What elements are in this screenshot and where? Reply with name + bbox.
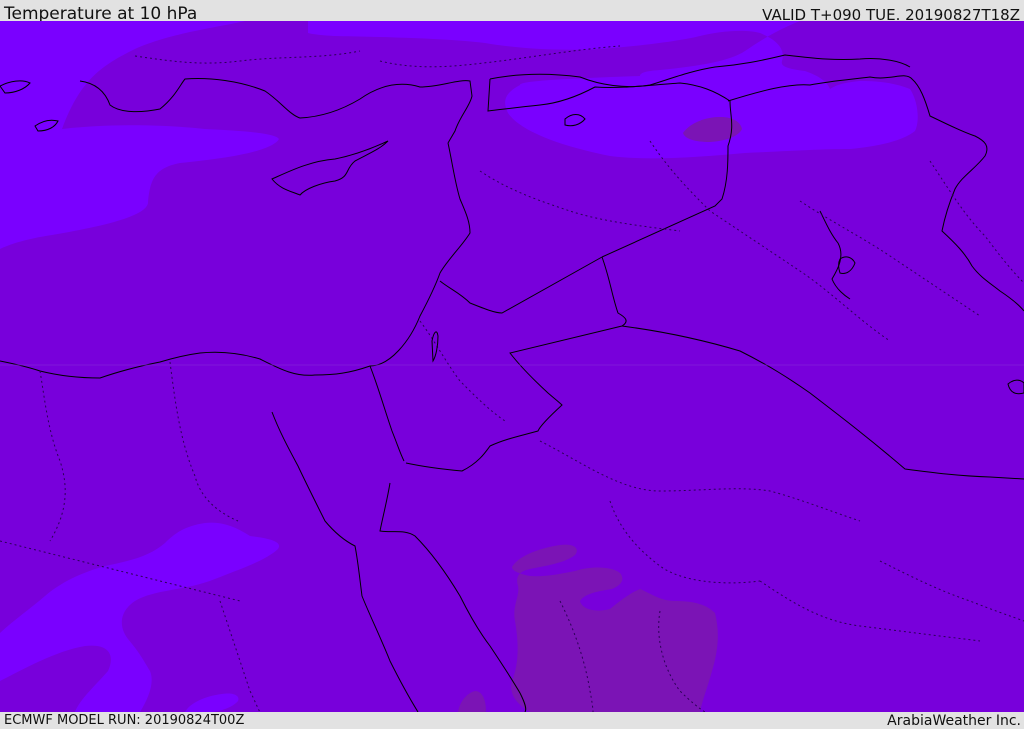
- header-bar: Temperature at 10 hPa VALID T+090 TUE. 2…: [0, 0, 1024, 24]
- weather-map-page: Temperature at 10 hPa VALID T+090 TUE. 2…: [0, 0, 1024, 729]
- credit-label: ArabiaWeather Inc.: [887, 713, 1021, 729]
- footer-bar: ECMWF MODEL RUN: 20190824T00Z ArabiaWeat…: [0, 712, 1024, 729]
- map-canvas: [0, 21, 1024, 712]
- model-run-label: ECMWF MODEL RUN: 20190824T00Z: [4, 713, 245, 728]
- map-panel[interactable]: [0, 21, 1024, 712]
